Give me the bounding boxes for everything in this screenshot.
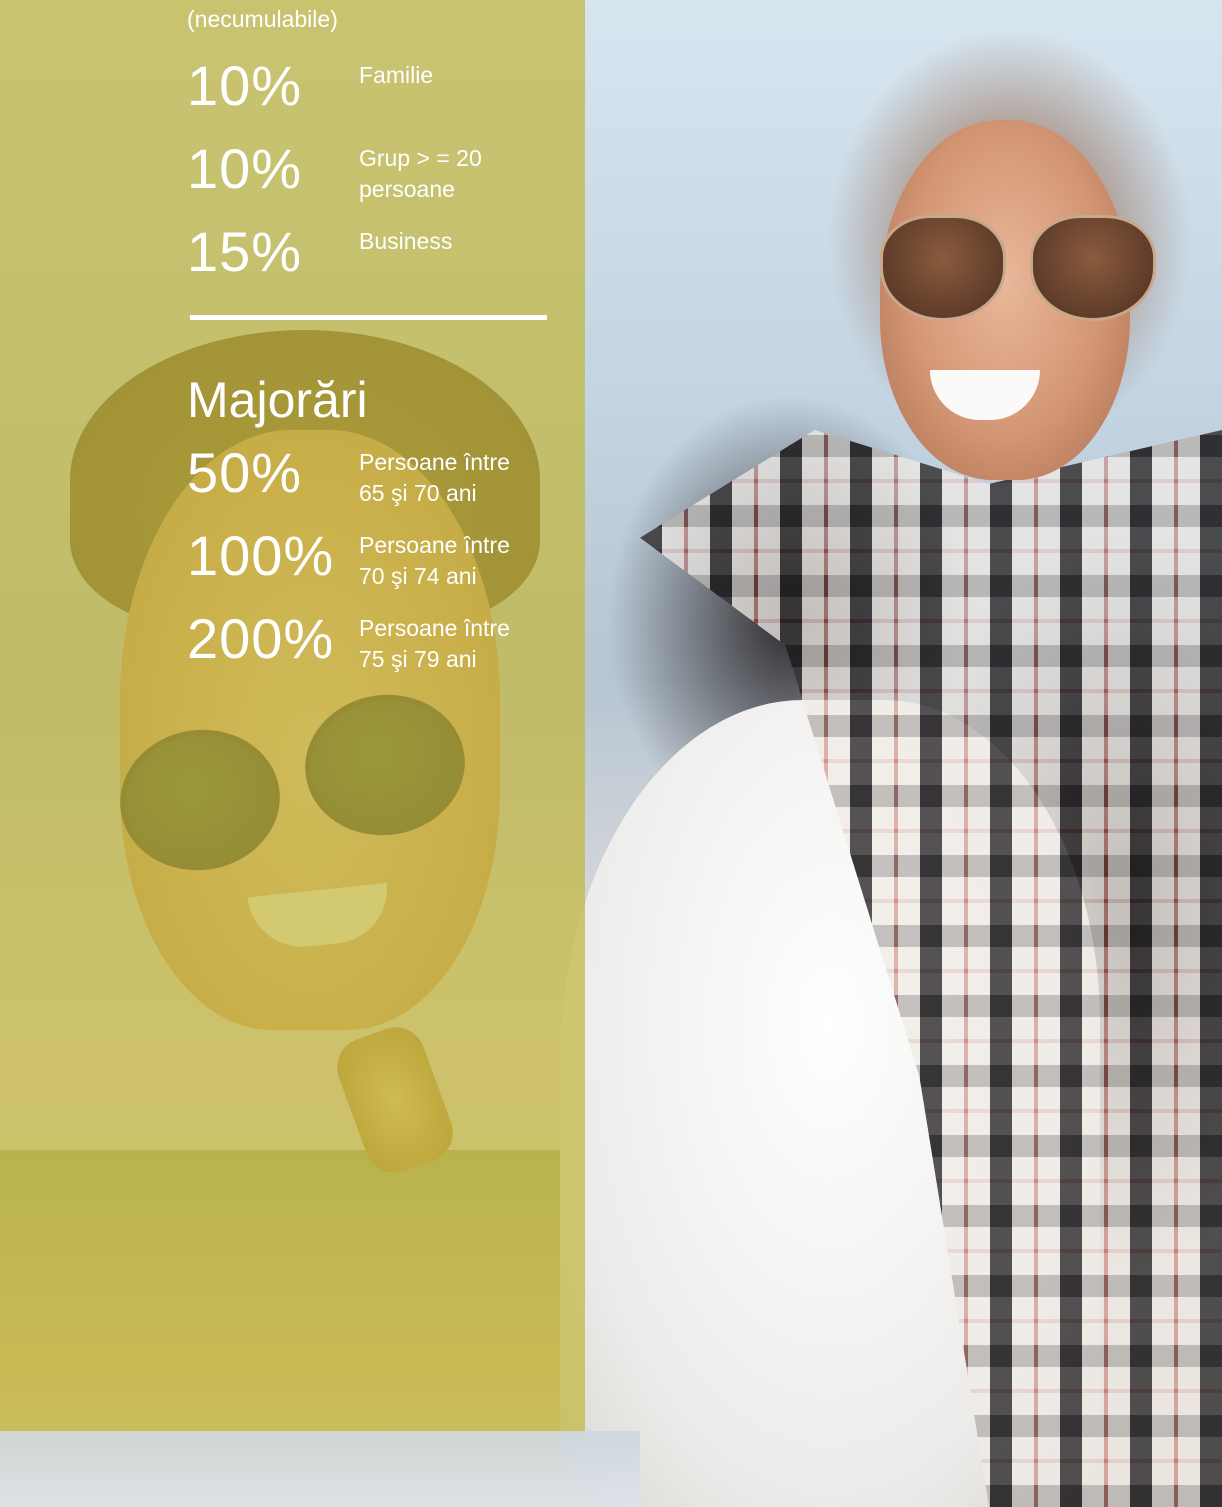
surcharge-percent: 200% (187, 607, 335, 670)
surcharge-row-75-79: 200% Persoane între 75 şi 79 ani (187, 609, 577, 689)
discount-row-business: 15% Business (187, 222, 577, 302)
discount-percent: 10% (187, 54, 303, 117)
discount-row-group: 10% Grup > = 20 persoane (187, 139, 577, 219)
surcharge-label: Persoane între 65 şi 70 ani (359, 449, 510, 506)
discount-label: Familie (359, 62, 434, 88)
surcharge-label: Persoane între 70 şi 74 ani (359, 532, 510, 589)
surcharge-row-65-70: 50% Persoane între 65 şi 70 ani (187, 443, 577, 523)
discount-row-family: 10% Familie (187, 56, 577, 136)
discount-percent: 10% (187, 137, 303, 200)
surcharge-label: Persoane între 75 şi 79 ani (359, 615, 510, 672)
surcharge-row-70-74: 100% Persoane între 70 şi 74 ani (187, 526, 577, 606)
surcharge-percent: 50% (187, 441, 303, 504)
discounts-subtitle: (necumulabile) (187, 6, 338, 32)
discount-percent: 15% (187, 220, 303, 283)
photo-woman-sunglasses (880, 215, 1160, 325)
discount-label: Business (359, 228, 453, 254)
surcharges-title: Majorări (187, 372, 368, 428)
discount-label: Grup > = 20 persoane (359, 145, 482, 202)
surcharge-percent: 100% (187, 524, 335, 587)
bottom-strip (0, 1431, 640, 1507)
section-divider (190, 315, 547, 320)
